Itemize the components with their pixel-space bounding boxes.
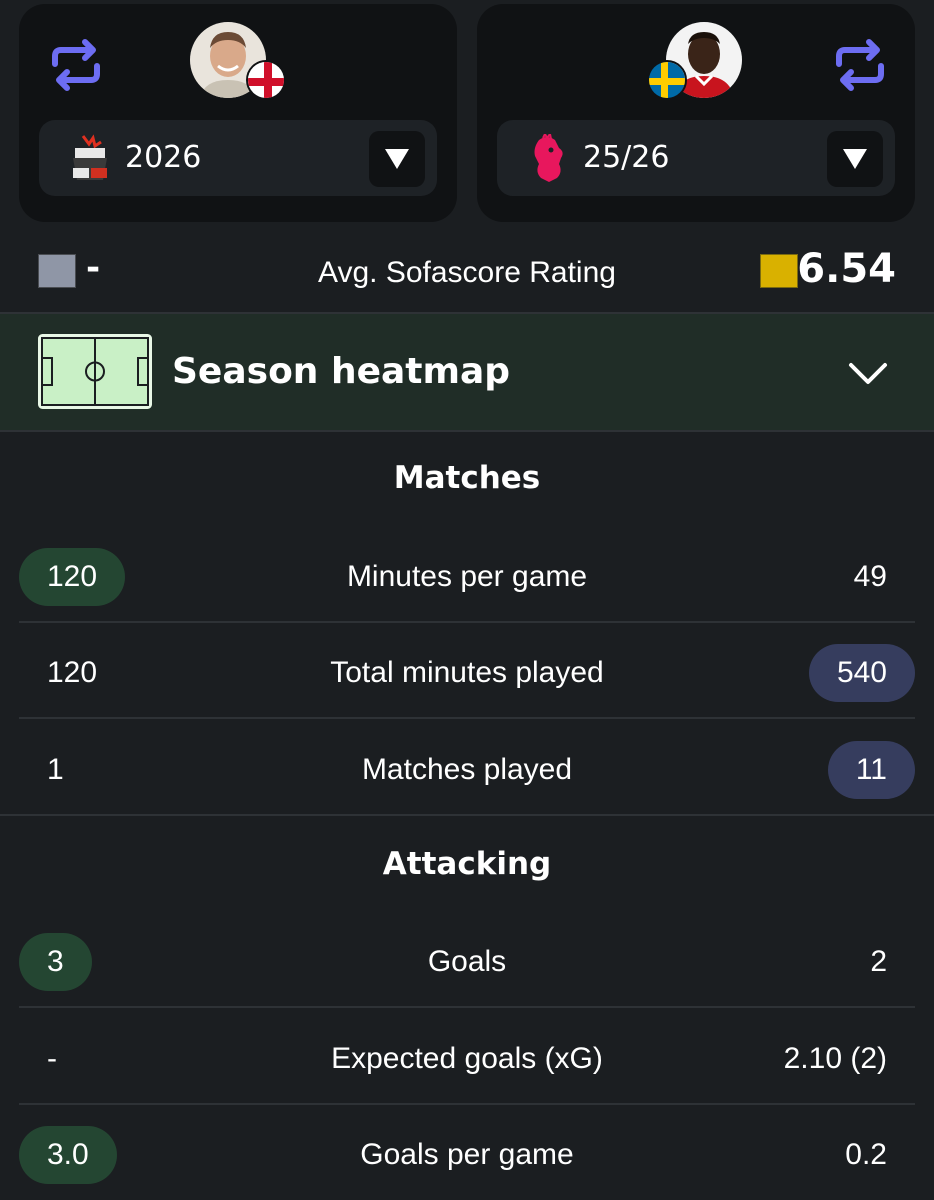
season-select-right[interactable]: 25/26 bbox=[497, 120, 895, 196]
stat-row-expected-goals: - Expected goals (xG) 2.10 (2) bbox=[19, 1009, 915, 1105]
player-card-left: 2026 bbox=[19, 4, 457, 222]
stat-row-minutes-per-game: 120 Minutes per game 49 bbox=[19, 527, 915, 623]
stat-label: Matches played bbox=[361, 753, 573, 786]
stat-label: Minutes per game bbox=[346, 560, 588, 593]
season-label-left: 2026 bbox=[125, 140, 202, 175]
triangle-down-icon bbox=[843, 149, 867, 169]
chevron-down-icon[interactable] bbox=[848, 362, 888, 386]
stat-right-value: 0.2 bbox=[845, 1138, 887, 1171]
section-divider bbox=[0, 814, 934, 816]
premier-league-lion-icon bbox=[525, 131, 571, 184]
stat-right-value: 11 bbox=[827, 741, 915, 799]
player-card-right: 25/26 bbox=[477, 4, 915, 222]
section-title-matches: Matches bbox=[393, 460, 541, 496]
stat-right-value: 540 bbox=[808, 644, 915, 702]
stat-label: Goals per game bbox=[360, 1138, 574, 1171]
sweden-flag-icon bbox=[647, 60, 687, 100]
section-title-attacking: Attacking bbox=[382, 846, 552, 882]
england-flag-icon bbox=[246, 60, 286, 100]
stat-right-value: 2 bbox=[870, 945, 887, 978]
swap-player-icon[interactable] bbox=[49, 38, 103, 92]
heatmap-title: Season heatmap bbox=[172, 351, 511, 392]
triangle-down-icon bbox=[385, 149, 409, 169]
stat-row-total-minutes: 120 Total minutes played 540 bbox=[19, 623, 915, 719]
stat-right-value: 49 bbox=[853, 560, 887, 593]
stat-row-goals: 3 Goals 2 bbox=[19, 912, 915, 1008]
stat-label: Total minutes played bbox=[330, 656, 604, 689]
stat-row-goals-per-game: 3.0 Goals per game 0.2 bbox=[19, 1105, 915, 1200]
season-select-left[interactable]: 2026 bbox=[39, 120, 437, 196]
dropdown-button-right[interactable] bbox=[827, 131, 883, 187]
stat-label: Goals bbox=[427, 945, 507, 978]
avg-rating-row: - Avg. Sofascore Rating 6.54 bbox=[0, 236, 934, 314]
rating-color-box-right bbox=[760, 254, 798, 288]
season-label-right: 25/26 bbox=[583, 140, 670, 175]
swap-player-icon[interactable] bbox=[833, 38, 887, 92]
rating-value-right: 6.54 bbox=[797, 246, 896, 292]
stat-right-value: 2.10 (2) bbox=[783, 1042, 887, 1075]
player-cards: 2026 25/26 bbox=[0, 0, 934, 232]
football-pitch-icon bbox=[38, 334, 152, 409]
dropdown-button-left[interactable] bbox=[369, 131, 425, 187]
stat-row-matches-played: 1 Matches played 11 bbox=[19, 720, 915, 816]
season-heatmap-toggle[interactable]: Season heatmap bbox=[0, 314, 934, 432]
club-crest-icon bbox=[67, 134, 113, 184]
